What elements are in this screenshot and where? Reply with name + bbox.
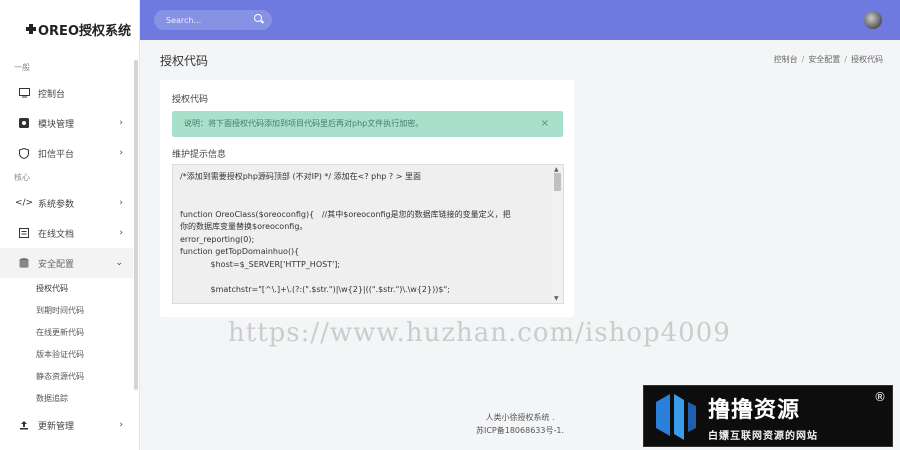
code-line: 你的数据库变量替换$oreoconfig。: [180, 222, 308, 231]
upload-icon: [18, 420, 30, 430]
sidebar-item-online-docs[interactable]: 在线文档 ›: [0, 218, 139, 248]
sidebar-item-label: 控制台: [38, 89, 66, 100]
sidebar-item-label: 在线文档: [38, 229, 75, 240]
sidebar-scrollbar-thumb[interactable]: [134, 60, 138, 390]
breadcrumb-separator: /: [801, 55, 805, 64]
sub-item-expiry-code[interactable]: 到期时间代码: [0, 300, 139, 322]
sidebar-item-platform[interactable]: 扣信平台 ›: [0, 138, 139, 168]
watermark: https://www.huzhan.com/ishop4009: [228, 318, 731, 348]
code-line: /*添加到需要授权php源码顶部 (不对IP) */ 添加在<? php ? >…: [180, 172, 421, 181]
card-label: 授权代码: [172, 95, 209, 105]
breadcrumb-dashboard[interactable]: 控制台: [774, 55, 798, 64]
sub-item-data-tracking[interactable]: 数据追踪: [0, 388, 139, 410]
sidebar-item-label: 安全配置: [38, 259, 75, 270]
sidebar-item-modules[interactable]: 模块管理 ›: [0, 108, 139, 138]
brand-logo[interactable]: OREO授权系统: [0, 0, 139, 58]
chevron-right-icon: ›: [119, 148, 123, 158]
badge-logo-icon: [656, 394, 696, 440]
sub-item-version-code[interactable]: 版本验证代码: [0, 344, 139, 366]
code-label: 维护提示信息: [172, 150, 227, 160]
registered-icon: ®: [874, 390, 886, 404]
sidebar-item-label: 扣信平台: [38, 149, 75, 160]
code-scrollbar-thumb[interactable]: [554, 173, 561, 191]
search-icon[interactable]: [254, 14, 262, 22]
sidebar-item-system-params[interactable]: </> 系统参数 ›: [0, 188, 139, 218]
nav-section-core: 核心: [14, 173, 30, 182]
page-title: 授权代码: [160, 54, 209, 68]
breadcrumb-separator: /: [844, 55, 847, 64]
module-icon: [18, 118, 30, 128]
sub-item-license-code[interactable]: 授权代码: [0, 278, 139, 300]
chevron-right-icon: ›: [119, 198, 123, 208]
breadcrumb: 控制台 / 安全配置 / 授权代码: [774, 54, 883, 65]
code-line: error_reporting(0);: [180, 234, 255, 244]
license-code-card: 授权代码 说明：将下面授权代码添加到项目代码里后再对php文件执行加密。 × 维…: [160, 80, 574, 317]
sidebar-item-label: 系统参数: [38, 199, 75, 210]
code-icon: </>: [14, 198, 34, 208]
sidebar-item-dashboard[interactable]: 控制台: [0, 78, 139, 108]
code-scrollbar[interactable]: ▲ ▼: [552, 165, 563, 303]
code-line: function getTopDomainhuo(){: [180, 247, 300, 256]
code-line: function OreoClass($oreoconfig){ //其中$or…: [180, 209, 511, 219]
chevron-down-icon: ⌄: [115, 258, 123, 268]
code-line: $host=$_SERVER['HTTP_HOST'];: [180, 259, 341, 269]
sidebar-item-security[interactable]: 安全配置 ⌄: [0, 248, 139, 278]
badge-title: 撸撸资源: [708, 398, 801, 423]
code-line: $matchstr="[^\.]+\.(?:(".$str.")|\w{2}|(…: [180, 284, 450, 294]
document-icon: [18, 228, 30, 238]
chevron-right-icon: ›: [119, 228, 123, 238]
scroll-up-icon[interactable]: ▲: [554, 166, 559, 173]
sidebar-item-update-mgmt[interactable]: 更新管理 ›: [0, 410, 139, 440]
brand-name: OREO授权系统: [38, 23, 131, 39]
chevron-right-icon: ›: [119, 420, 123, 430]
alert-text: 说明：将下面授权代码添加到项目代码里后再对php文件执行加密。: [184, 119, 424, 128]
close-icon[interactable]: ×: [541, 111, 549, 137]
avatar[interactable]: [864, 11, 882, 29]
sidebar-item-label: 更新管理: [38, 421, 75, 432]
topbar: [140, 0, 900, 40]
scroll-down-icon[interactable]: ▼: [554, 295, 559, 302]
site-badge: 撸撸资源 ® 白嫖互联网资源的网站: [643, 385, 893, 447]
sub-item-static-code[interactable]: 静态资源代码: [0, 366, 139, 388]
badge-subtitle: 白嫖互联网资源的网站: [708, 431, 818, 442]
breadcrumb-current: 授权代码: [851, 55, 883, 64]
shield-icon: [18, 147, 30, 159]
sub-item-update-code[interactable]: 在线更新代码: [0, 322, 139, 344]
info-alert: 说明：将下面授权代码添加到项目代码里后再对php文件执行加密。 ×: [172, 111, 563, 137]
code-content: /*添加到需要授权php源码顶部 (不对IP) */ 添加在<? php ? >…: [173, 165, 553, 296]
sidebar: OREO授权系统 一般 控制台 模块管理 › 扣信平台 › 核心 </> 系统参…: [0, 0, 140, 450]
monitor-icon: [18, 88, 30, 98]
breadcrumb-security[interactable]: 安全配置: [808, 55, 840, 64]
plus-logo-icon: [26, 24, 36, 34]
nav-section-general: 一般: [14, 63, 30, 72]
sidebar-item-label: 模块管理: [38, 119, 75, 130]
chevron-right-icon: ›: [119, 118, 123, 128]
code-textarea[interactable]: /*添加到需要授权php源码顶部 (不对IP) */ 添加在<? php ? >…: [172, 164, 564, 304]
database-icon: [18, 257, 30, 268]
